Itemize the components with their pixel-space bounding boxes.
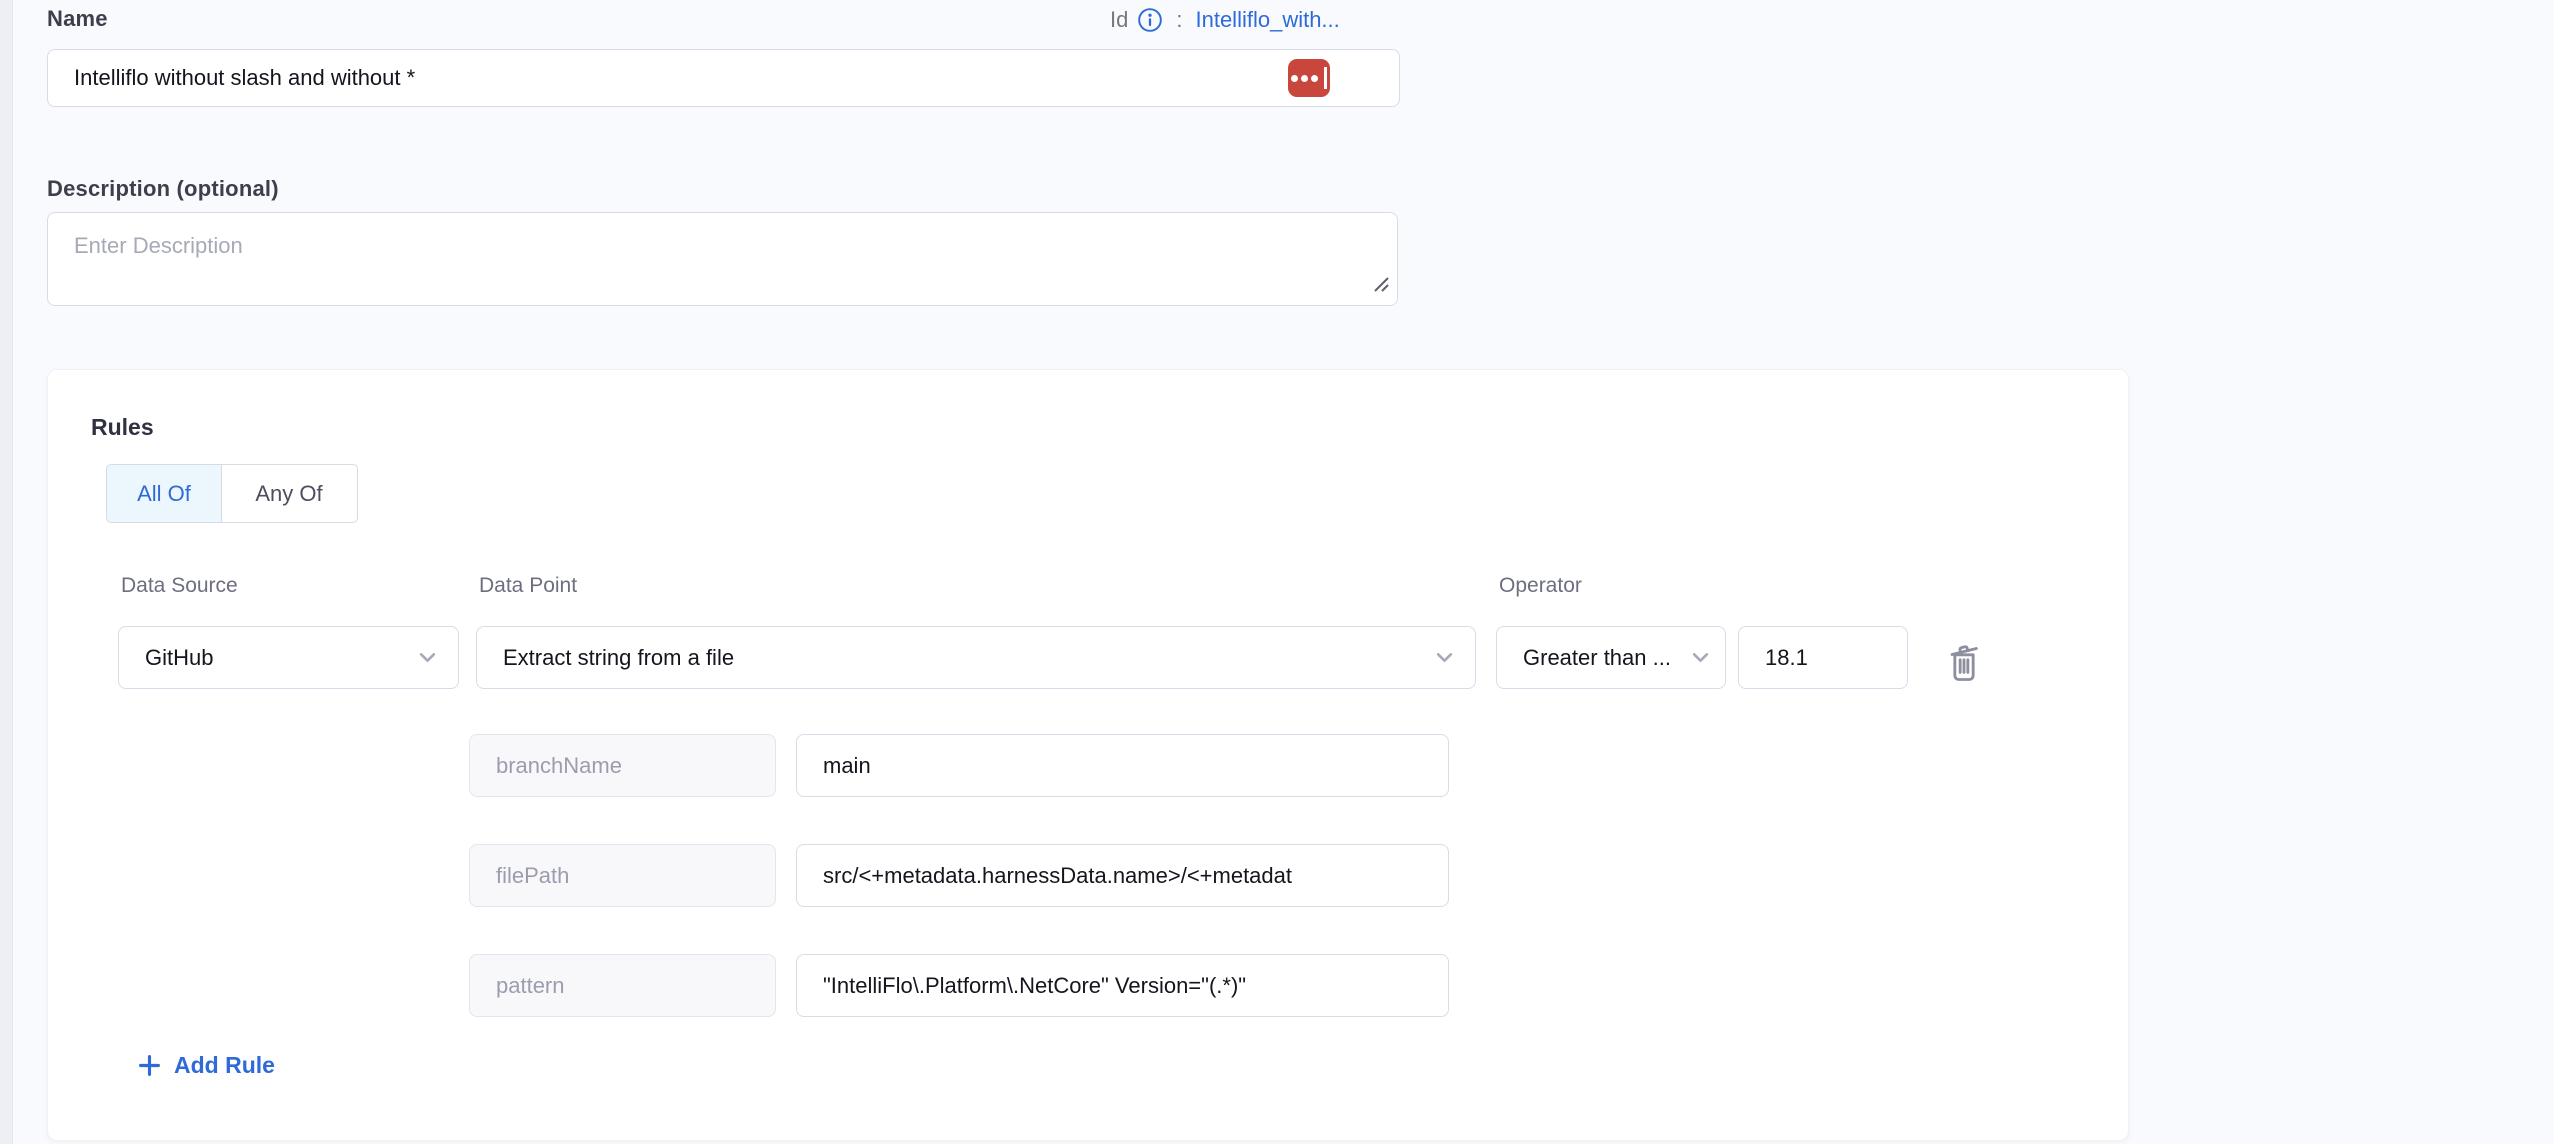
rules-title: Rules	[91, 414, 154, 441]
match-type-segmented-control: All Of Any Of	[106, 464, 358, 523]
left-panel-edge	[0, 0, 13, 1144]
tab-any-of[interactable]: Any Of	[221, 464, 358, 523]
param-value-pattern-input[interactable]	[796, 954, 1449, 1017]
description-label: Description (optional)	[47, 176, 279, 202]
id-link[interactable]: Intelliflo_with...	[1195, 7, 1339, 33]
resize-handle-icon[interactable]	[1371, 274, 1391, 299]
delete-rule-button[interactable]	[1940, 632, 1988, 686]
param-value-branchname-input[interactable]	[796, 734, 1449, 797]
name-label: Name	[47, 6, 108, 32]
param-key-filepath: filePath	[469, 844, 776, 907]
name-input[interactable]	[47, 49, 1400, 107]
param-key-pattern: pattern	[469, 954, 776, 1017]
password-manager-icon[interactable]	[1288, 59, 1330, 97]
rule-editor-screen: Name Id : Intelliflo_with... Description…	[0, 0, 2554, 1144]
param-value-filepath-input[interactable]	[796, 844, 1449, 907]
id-separator: :	[1172, 7, 1186, 33]
trash-icon	[1944, 635, 1984, 683]
description-textarea[interactable]	[47, 212, 1398, 306]
tab-all-of[interactable]: All Of	[106, 464, 222, 523]
data-point-column-label: Data Point	[479, 574, 577, 598]
id-label: Id	[1110, 7, 1128, 33]
operator-value: Greater than ...	[1523, 645, 1682, 671]
chevron-down-icon	[1692, 652, 1709, 663]
data-source-value: GitHub	[145, 645, 409, 671]
param-key-branchname: branchName	[469, 734, 776, 797]
add-rule-label: Add Rule	[174, 1052, 275, 1079]
operator-threshold-input[interactable]	[1738, 626, 1908, 689]
chevron-down-icon	[1436, 652, 1453, 663]
data-source-column-label: Data Source	[121, 574, 238, 598]
data-point-value: Extract string from a file	[503, 645, 1426, 671]
plus-icon	[138, 1054, 161, 1077]
add-rule-button[interactable]: Add Rule	[138, 1052, 275, 1079]
chevron-down-icon	[419, 652, 436, 663]
data-point-select[interactable]: Extract string from a file	[476, 626, 1476, 689]
id-row: Id : Intelliflo_with...	[1110, 2, 1340, 38]
rules-card: Rules All Of Any Of Data Source Data Poi…	[47, 369, 2129, 1141]
data-source-select[interactable]: GitHub	[118, 626, 459, 689]
operator-column-label: Operator	[1499, 574, 1582, 598]
info-icon[interactable]	[1137, 7, 1163, 33]
operator-select[interactable]: Greater than ...	[1496, 626, 1726, 689]
